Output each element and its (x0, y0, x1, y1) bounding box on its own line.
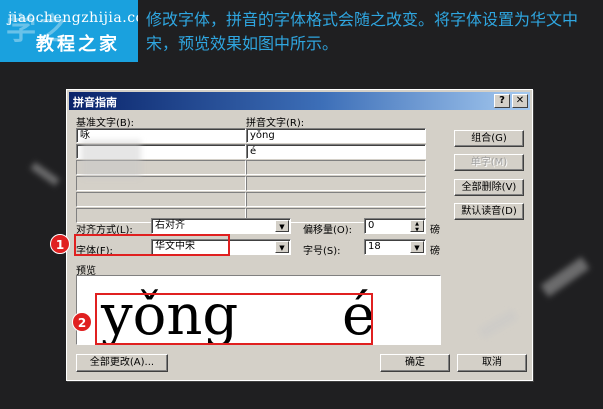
dialog-titlebar[interactable]: 拼音指南 ? ✕ (69, 92, 530, 110)
pinyin-text-label: 拼音文字(R): (246, 118, 305, 129)
change-all-button[interactable]: 全部更改(A)... (76, 354, 168, 372)
dialog-title: 拼音指南 (73, 96, 117, 109)
alignment-select[interactable]: 右对齐 ▼ (151, 218, 291, 234)
chevron-down-icon[interactable]: ▼ (410, 241, 424, 253)
single-char-button[interactable]: 单字(M) (454, 154, 524, 171)
offset-value: 0 (368, 220, 375, 231)
step-badge-1: 1 (50, 234, 70, 254)
spin-arrows-icon[interactable]: ▲ ▼ (410, 220, 424, 233)
pinyin-text-field-5 (246, 192, 426, 207)
background-streak (30, 162, 60, 186)
site-logo: 学之 jiaochengzhijia.com 教程之家 (0, 0, 138, 62)
base-text-label: 基准文字(B): (76, 118, 135, 129)
size-label: 字号(S): (303, 246, 341, 257)
blur-overlay (81, 140, 141, 178)
size-unit: 磅 (430, 246, 440, 257)
help-button[interactable]: ? (494, 94, 510, 108)
font-size-value: 18 (368, 241, 381, 252)
offset-label: 偏移量(O): (303, 225, 353, 236)
cancel-button[interactable]: 取消 (457, 354, 527, 372)
logo-url-text: jiaochengzhijia.com (8, 10, 138, 26)
offset-stepper[interactable]: 0 ▲ ▼ (364, 218, 426, 234)
chevron-down-icon[interactable]: ▼ (275, 220, 289, 232)
logo-site-name: 教程之家 (36, 34, 120, 55)
tutorial-caption: 修改字体，拼音的字体格式会随之改变。将字体设置为华文中宋，预览效果如图中所示。 (146, 10, 579, 53)
pinyin-text-field-2[interactable]: é (246, 144, 426, 159)
alignment-value: 右对齐 (155, 220, 185, 231)
base-text-field-5 (76, 192, 246, 207)
default-reading-button[interactable]: 默认读音(D) (454, 203, 524, 220)
close-button[interactable]: ✕ (512, 94, 528, 108)
preview-highlight-box (95, 293, 373, 345)
delete-all-button[interactable]: 全部删除(V) (454, 179, 524, 196)
offset-unit: 磅 (430, 225, 440, 236)
background-streak (540, 256, 590, 298)
step-badge-2: 2 (72, 312, 92, 332)
base-text-field-4 (76, 176, 246, 191)
font-highlight-box (74, 234, 230, 256)
pinyin-text-field-3 (246, 160, 426, 175)
font-size-select[interactable]: 18 ▼ (364, 239, 426, 255)
combine-button[interactable]: 组合(G) (454, 130, 524, 147)
ok-button[interactable]: 确定 (380, 354, 450, 372)
pinyin-text-field-1[interactable]: yǒng (246, 128, 426, 143)
pinyin-text-field-4 (246, 176, 426, 191)
chevron-down-icon[interactable]: ▼ (275, 241, 289, 253)
